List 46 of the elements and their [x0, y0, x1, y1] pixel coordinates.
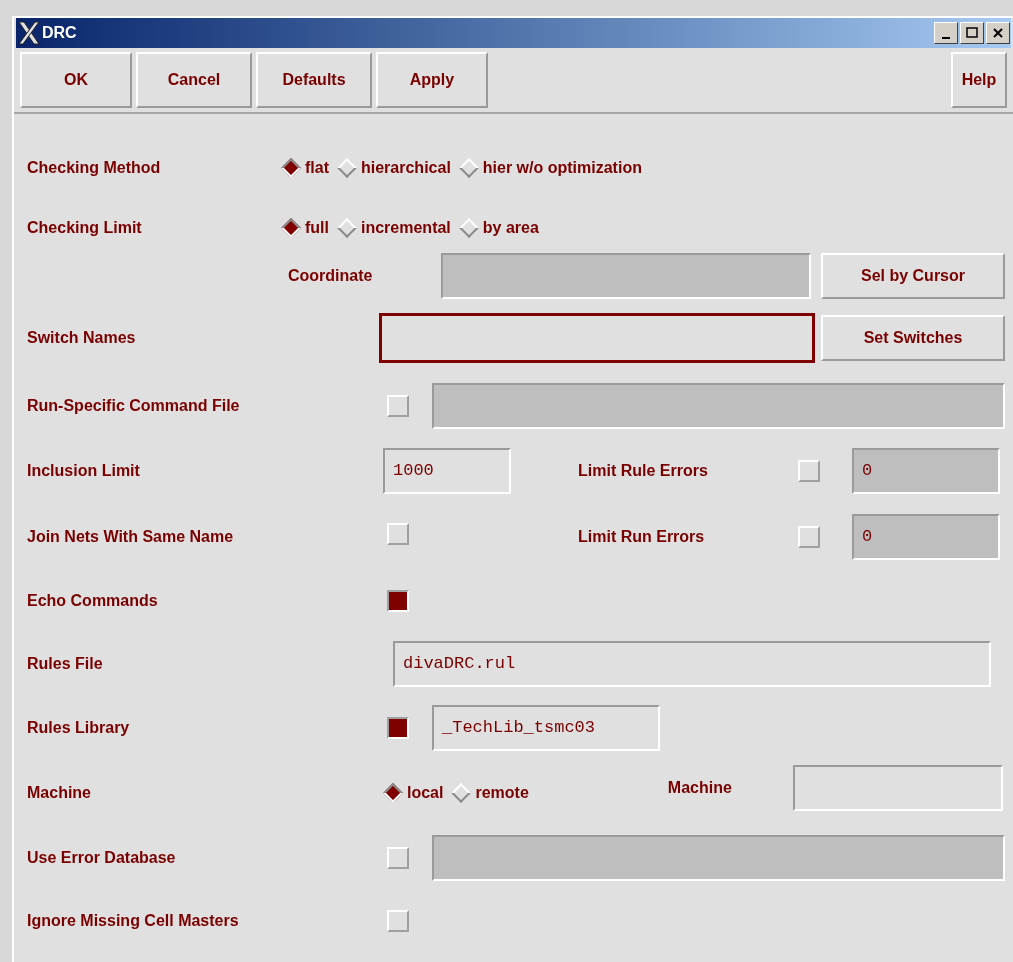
radio-label[interactable]: hierarchical: [361, 156, 451, 180]
close-button[interactable]: [986, 22, 1010, 44]
x-logo-icon: [18, 21, 40, 45]
field-label: Inclusion Limit: [27, 461, 141, 481]
field-label: Switch Names: [27, 328, 137, 348]
maximize-button[interactable]: [960, 22, 984, 44]
input-field[interactable]: [792, 765, 1003, 811]
checkbox[interactable]: [387, 717, 409, 739]
field-label: Use Error Database: [27, 848, 177, 868]
field-label: Join Nets With Same Name: [27, 527, 235, 547]
field-label: Coordinate: [288, 266, 374, 286]
field-label: Limit Run Errors: [578, 527, 706, 547]
field-label: Run-Specific Command File: [27, 396, 241, 416]
minimize-button[interactable]: [934, 22, 958, 44]
dialog-button[interactable]: Defaults: [256, 52, 372, 108]
radio-label[interactable]: by area: [482, 216, 539, 240]
field-label: Rules Library: [27, 718, 131, 738]
radio-label[interactable]: flat: [305, 156, 329, 180]
radio-label[interactable]: remote: [475, 781, 529, 805]
input-field[interactable]: [379, 313, 815, 363]
minimize-icon: [942, 37, 950, 39]
field-label: Ignore Missing Cell Masters: [27, 911, 240, 931]
radio-label[interactable]: local: [407, 781, 444, 805]
window-title: DRC: [42, 23, 77, 43]
close-icon: [991, 27, 1005, 39]
field-label: Echo Commands: [27, 591, 159, 611]
dialog-button[interactable]: Apply: [376, 52, 488, 108]
field-label: Checking Method: [27, 158, 162, 178]
radio-label[interactable]: hier w/o optimization: [482, 156, 642, 180]
field-label: Limit Rule Errors: [578, 461, 709, 481]
maximize-icon: [965, 27, 979, 39]
radio-label[interactable]: full: [305, 216, 329, 240]
field-label: Machine: [667, 778, 733, 798]
radio-label[interactable]: incremental: [361, 216, 451, 240]
input-field[interactable]: _TechLib_tsmc03: [432, 705, 660, 751]
dialog-button[interactable]: Sel by Cursor: [821, 253, 1005, 299]
dialog-button[interactable]: OK: [20, 52, 132, 108]
field-label: Machine: [27, 783, 92, 803]
dialog-button[interactable]: Cancel: [136, 52, 252, 108]
checkbox[interactable]: [387, 590, 409, 612]
dialog-button[interactable]: Set Switches: [821, 315, 1005, 361]
dialog-button[interactable]: Help: [951, 52, 1007, 108]
input-field[interactable]: divaDRC.rul: [393, 641, 991, 687]
input-field[interactable]: 1000: [383, 448, 511, 494]
field-label: Rules File: [27, 654, 104, 674]
field-label: Checking Limit: [27, 218, 143, 238]
